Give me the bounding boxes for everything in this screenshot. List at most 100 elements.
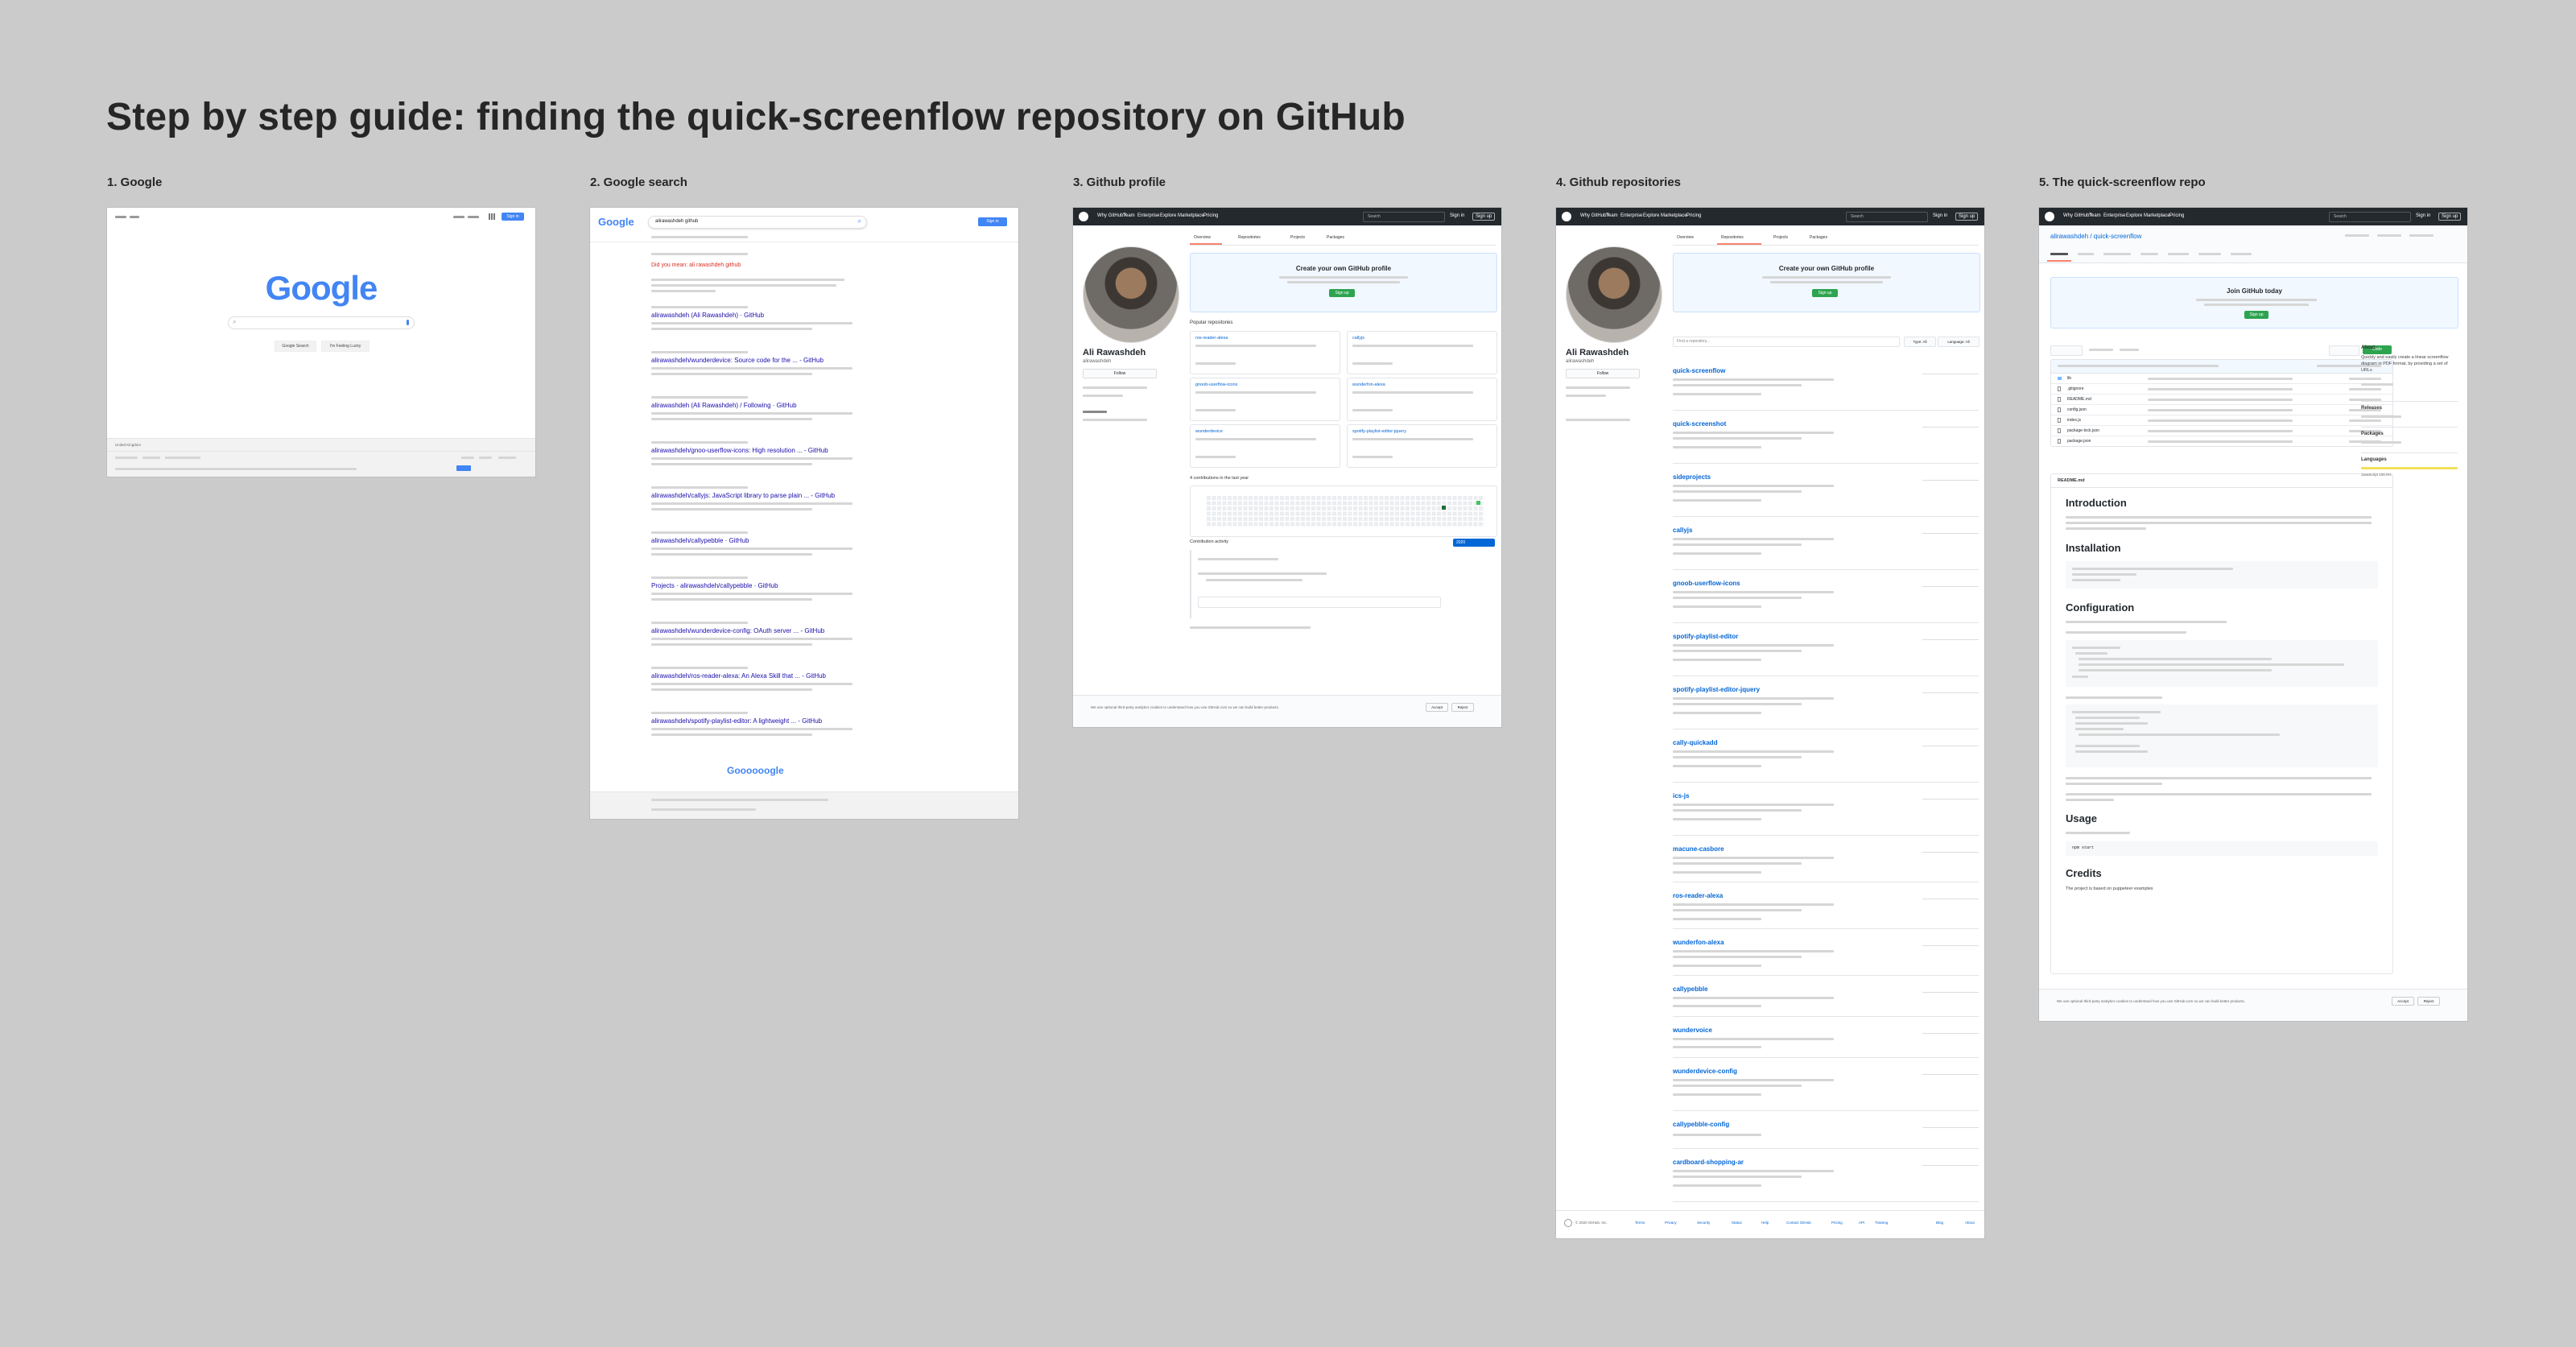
- branch-selector[interactable]: [2050, 345, 2083, 356]
- footer-link[interactable]: About: [1965, 1221, 1975, 1225]
- repo-row[interactable]: quick-screenflow: [1673, 357, 1979, 411]
- nav-item[interactable]: Pricing: [2169, 213, 2184, 218]
- repo-row[interactable]: callyjs: [1673, 517, 1979, 570]
- repo-row[interactable]: callypebble: [1673, 976, 1979, 1017]
- tab-repositories[interactable]: Repositories: [1238, 235, 1261, 240]
- nav-item[interactable]: Why GitHub?: [1580, 213, 1609, 218]
- nav-item[interactable]: Enterprise: [1620, 213, 1642, 218]
- sign-up-button[interactable]: Sign up: [1472, 213, 1496, 221]
- language-filter[interactable]: Language: All: [1938, 337, 1979, 347]
- nav-item[interactable]: Pricing: [1686, 213, 1701, 218]
- go-to-file-button[interactable]: [2329, 345, 2359, 356]
- tab-overview[interactable]: Overview: [1677, 235, 1694, 240]
- repo-card[interactable]: gnoob-userflow-icons: [1190, 378, 1340, 421]
- result-item[interactable]: Projects · alirawashdeh/callypebble · Gi…: [651, 576, 893, 622]
- search-input[interactable]: ⌕: [228, 316, 415, 329]
- repo-card[interactable]: wunderdevice: [1190, 424, 1340, 468]
- file-row[interactable]: package.json: [2051, 436, 2392, 446]
- repo-row[interactable]: wunderdevice-config: [1673, 1058, 1979, 1111]
- apps-icon[interactable]: [489, 213, 495, 220]
- lucky-button[interactable]: I'm Feeling Lucky: [321, 341, 369, 352]
- nav-item[interactable]: Pricing: [1203, 213, 1218, 218]
- sign-in-link[interactable]: Sign in: [1450, 213, 1464, 218]
- nav-item[interactable]: Team: [2089, 213, 2101, 218]
- nav-item[interactable]: Explore: [1160, 213, 1176, 218]
- sign-up-button[interactable]: Sign up: [1955, 213, 1979, 221]
- repo-row[interactable]: ics-js: [1673, 783, 1979, 836]
- result-item[interactable]: alirawashdeh/ros-reader-alexa: An Alexa …: [651, 667, 893, 712]
- file-row[interactable]: config.json: [2051, 405, 2392, 415]
- nav-item[interactable]: Why GitHub?: [2063, 213, 2092, 218]
- result-item[interactable]: alirawashdeh/callyjs: JavaScript library…: [651, 486, 893, 531]
- mic-icon[interactable]: [407, 320, 409, 325]
- join-signup-button[interactable]: Sign up: [2244, 311, 2268, 319]
- search-input[interactable]: Search: [1363, 212, 1445, 222]
- github-logo-icon[interactable]: [2045, 212, 2054, 221]
- footer-link[interactable]: Pricing: [1831, 1221, 1843, 1225]
- tab-projects[interactable]: Projects: [1773, 235, 1788, 240]
- find-repository-input[interactable]: Find a repository...: [1673, 337, 1900, 347]
- file-row[interactable]: .gitignore: [2051, 384, 2392, 395]
- repo-row[interactable]: ros-reader-alexa: [1673, 882, 1979, 929]
- file-row[interactable]: package-lock.json: [2051, 426, 2392, 436]
- pagination[interactable]: Goooooogle: [727, 765, 784, 776]
- file-row[interactable]: README.md: [2051, 395, 2392, 405]
- nav-item[interactable]: Team: [1606, 213, 1618, 218]
- repo-row[interactable]: callypebble-config: [1673, 1111, 1979, 1149]
- footer-link[interactable]: Status: [1732, 1221, 1742, 1225]
- tab-repositories[interactable]: Repositories: [1721, 235, 1744, 240]
- repo-card[interactable]: spotify-playlist-editor-jquery: [1347, 424, 1497, 468]
- repo-row[interactable]: cally-quickadd: [1673, 729, 1979, 783]
- google-search-button[interactable]: Google Search: [275, 341, 316, 352]
- reject-button[interactable]: Reject: [2417, 997, 2440, 1006]
- tab-projects[interactable]: Projects: [1290, 235, 1305, 240]
- footer-link[interactable]: Privacy: [1665, 1221, 1677, 1225]
- result-item[interactable]: alirawashdeh/wunderdevice: Source code f…: [651, 351, 893, 396]
- github-logo-icon[interactable]: [1562, 212, 1571, 221]
- repo-row[interactable]: macune-casbore: [1673, 836, 1979, 882]
- nav-item[interactable]: Marketplace: [1661, 213, 1687, 218]
- footer-link[interactable]: Contact GitHub: [1786, 1221, 1811, 1225]
- nav-item[interactable]: Explore: [1643, 213, 1659, 218]
- search-input[interactable]: alirawashdeh github ⌕: [648, 216, 867, 229]
- sign-in-link[interactable]: Sign in: [1933, 213, 1947, 218]
- follow-button[interactable]: Follow: [1083, 369, 1157, 378]
- result-item[interactable]: alirawashdeh/wunderdevice-config: OAuth …: [651, 622, 893, 667]
- file-row[interactable]: index.js: [2051, 415, 2392, 426]
- github-logo-icon[interactable]: [1079, 212, 1088, 221]
- result-item[interactable]: alirawashdeh (Ali Rawashdeh) / Following…: [651, 396, 893, 441]
- result-item[interactable]: alirawashdeh/spotify-playlist-editor: A …: [651, 712, 893, 757]
- result-item[interactable]: alirawashdeh (Ali Rawashdeh) · GitHub: [651, 306, 893, 351]
- search-icon[interactable]: ⌕: [858, 217, 861, 225]
- nav-item[interactable]: Enterprise: [1137, 213, 1159, 218]
- repo-row[interactable]: quick-screenshot: [1673, 411, 1979, 464]
- search-input[interactable]: Search: [1846, 212, 1928, 222]
- footer-link[interactable]: API: [1859, 1221, 1864, 1225]
- follow-button[interactable]: Follow: [1566, 369, 1640, 378]
- footer-link[interactable]: Training: [1875, 1221, 1888, 1225]
- nav-item[interactable]: Why GitHub?: [1097, 213, 1126, 218]
- accept-button[interactable]: Accept: [2392, 997, 2414, 1006]
- sign-in-link[interactable]: Sign in: [2416, 213, 2430, 218]
- accept-button[interactable]: Accept: [1426, 703, 1448, 712]
- file-row[interactable]: lib: [2051, 374, 2392, 384]
- repo-card[interactable]: ros-reader-alexa: [1190, 331, 1340, 374]
- sign-up-button[interactable]: Sign up: [2438, 213, 2462, 221]
- did-you-mean[interactable]: Did you mean: ali rawashdeh github: [651, 262, 741, 268]
- nav-item[interactable]: Marketplace: [1178, 213, 1204, 218]
- reject-button[interactable]: Reject: [1451, 703, 1474, 712]
- repo-card[interactable]: callyjs: [1347, 331, 1497, 374]
- type-filter[interactable]: Type: All: [1904, 337, 1936, 347]
- tab-packages[interactable]: Packages: [1810, 235, 1827, 240]
- banner-signup-button[interactable]: Sign up: [1329, 289, 1355, 297]
- repo-row[interactable]: wundervoice: [1673, 1017, 1979, 1058]
- search-input[interactable]: Search: [2329, 212, 2411, 222]
- repo-row[interactable]: gnoob-userflow-icons: [1673, 570, 1979, 623]
- repo-row[interactable]: spotify-playlist-editor: [1673, 623, 1979, 676]
- tab-packages[interactable]: Packages: [1327, 235, 1344, 240]
- footer-link[interactable]: Help: [1761, 1221, 1769, 1225]
- result-item[interactable]: alirawashdeh/gnoo-userflow-icons: High r…: [651, 441, 893, 486]
- nav-item[interactable]: Team: [1123, 213, 1135, 218]
- repo-card[interactable]: wunderfon-alexa: [1347, 378, 1497, 421]
- nav-item[interactable]: Enterprise: [2103, 213, 2125, 218]
